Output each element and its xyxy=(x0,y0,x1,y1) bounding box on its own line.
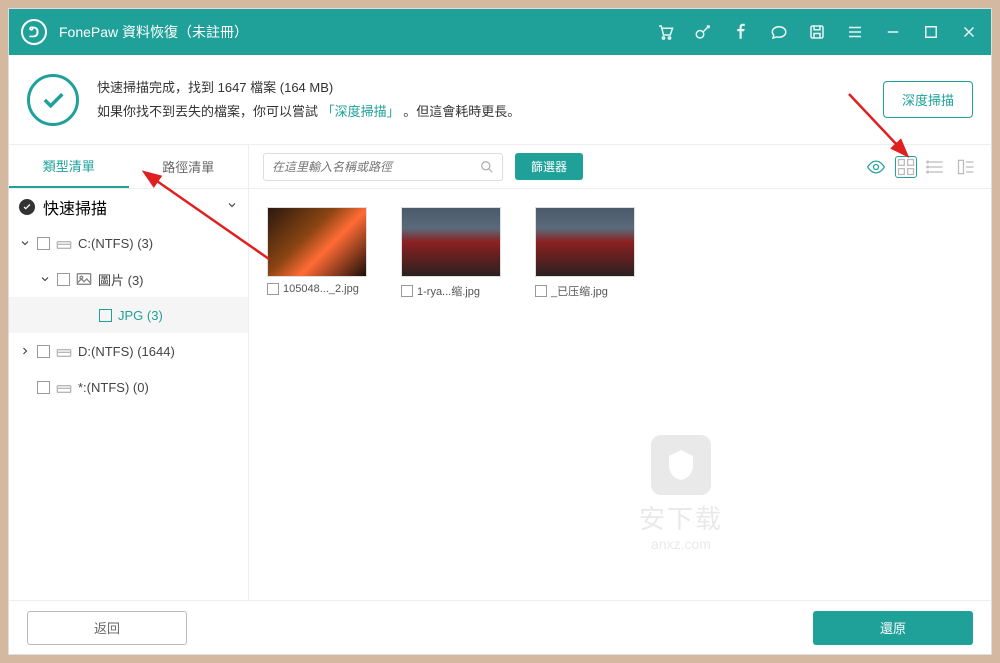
detail-view-icon[interactable] xyxy=(955,156,977,178)
facebook-icon[interactable] xyxy=(731,22,751,42)
scan-info-bar: 快速掃描完成，找到 1647 檔案 (164 MB) 如果你找不到丟失的檔案，你… xyxy=(9,55,991,145)
checkbox[interactable] xyxy=(267,283,279,295)
app-window: ᕤ FonePaw 資料恢復（未註冊） 快速掃描完成，找到 1647 檔案 (1… xyxy=(8,8,992,655)
key-icon[interactable] xyxy=(693,22,713,42)
file-item[interactable]: _已压缩.jpg xyxy=(535,207,645,299)
titlebar-actions xyxy=(655,22,979,42)
file-tree: C:(NTFS) (3) 圖片 (3) JPG (3) D:(NTFS) (1 xyxy=(9,225,248,405)
checkbox[interactable] xyxy=(37,381,50,394)
filter-button[interactable]: 篩選器 xyxy=(515,153,583,180)
tree-drive-star[interactable]: *:(NTFS) (0) xyxy=(9,369,248,405)
checkbox[interactable] xyxy=(37,345,50,358)
file-thumbnail[interactable] xyxy=(401,207,501,277)
app-logo: ᕤ xyxy=(21,19,47,45)
scan-info-text: 快速掃描完成，找到 1647 檔案 (164 MB) 如果你找不到丟失的檔案，你… xyxy=(97,76,883,123)
chevron-down-icon[interactable] xyxy=(226,198,238,216)
file-label: _已压缩.jpg xyxy=(535,283,645,299)
file-item[interactable]: 105048..._2.jpg xyxy=(267,207,377,299)
recover-button[interactable]: 還原 xyxy=(813,611,973,645)
save-icon[interactable] xyxy=(807,22,827,42)
quick-scan-row[interactable]: 快速掃描 xyxy=(9,189,248,225)
tab-path-list[interactable]: 路徑清單 xyxy=(129,145,249,188)
maximize-icon[interactable] xyxy=(921,22,941,42)
cart-icon[interactable] xyxy=(655,22,675,42)
tree-label: 圖片 (3) xyxy=(98,270,144,289)
file-thumbnail[interactable] xyxy=(535,207,635,277)
quick-scan-label: 快速掃描 xyxy=(43,195,107,219)
menu-icon[interactable] xyxy=(845,22,865,42)
tree-label: D:(NTFS) (1644) xyxy=(78,344,175,359)
file-name: _已压缩.jpg xyxy=(551,283,608,299)
grid-view-icon[interactable] xyxy=(895,156,917,178)
file-name: 1-rya...缩.jpg xyxy=(417,283,480,299)
main-panel: 篩選器 105048..._2.jpg xyxy=(249,145,991,600)
file-label: 1-rya...缩.jpg xyxy=(401,283,511,299)
checkbox[interactable] xyxy=(535,285,547,297)
checkbox[interactable] xyxy=(99,309,112,322)
search-icon xyxy=(480,160,494,174)
image-icon xyxy=(76,272,92,286)
app-title: FonePaw 資料恢復（未註冊） xyxy=(59,22,655,42)
file-item[interactable]: 1-rya...缩.jpg xyxy=(401,207,511,299)
checkbox[interactable] xyxy=(37,237,50,250)
deep-scan-button[interactable]: 深度掃描 xyxy=(883,81,973,118)
search-input[interactable] xyxy=(272,160,480,174)
tree-label: JPG (3) xyxy=(118,308,163,323)
checkbox[interactable] xyxy=(57,273,70,286)
drive-icon xyxy=(56,380,72,394)
view-mode-icons xyxy=(865,156,977,178)
file-thumbnail[interactable] xyxy=(267,207,367,277)
watermark: 安下载 anxz.com xyxy=(639,435,723,552)
tree-drive-c[interactable]: C:(NTFS) (3) xyxy=(9,225,248,261)
minimize-icon[interactable] xyxy=(883,22,903,42)
back-button[interactable]: 返回 xyxy=(27,611,187,645)
sidebar-tabs: 類型清單 路徑清單 xyxy=(9,145,248,189)
chat-icon[interactable] xyxy=(769,22,789,42)
close-icon[interactable] xyxy=(959,22,979,42)
body: 類型清單 路徑清單 快速掃描 C:(NTFS) (3) xyxy=(9,145,991,600)
scan-hint: 如果你找不到丟失的檔案，你可以嘗試 「深度掃描」 。但這會耗時更長。 xyxy=(97,100,883,123)
check-circle-icon xyxy=(19,199,35,215)
search-box[interactable] xyxy=(263,153,503,181)
sidebar: 類型清單 路徑清單 快速掃描 C:(NTFS) (3) xyxy=(9,145,249,600)
scan-summary: 快速掃描完成，找到 1647 檔案 (164 MB) xyxy=(97,76,883,99)
file-grid: 105048..._2.jpg 1-rya...缩.jpg _已压缩.jpg xyxy=(249,189,991,317)
tree-images[interactable]: 圖片 (3) xyxy=(9,261,248,297)
drive-icon xyxy=(56,236,72,250)
tree-label: C:(NTFS) (3) xyxy=(78,236,153,251)
file-name: 105048..._2.jpg xyxy=(283,283,359,295)
checkbox[interactable] xyxy=(401,285,413,297)
preview-icon[interactable] xyxy=(865,156,887,178)
tree-label: *:(NTFS) (0) xyxy=(78,380,149,395)
toolbar: 篩選器 xyxy=(249,145,991,189)
titlebar: ᕤ FonePaw 資料恢復（未註冊） xyxy=(9,9,991,55)
tab-type-list[interactable]: 類型清單 xyxy=(9,145,129,188)
tree-drive-d[interactable]: D:(NTFS) (1644) xyxy=(9,333,248,369)
footer: 返回 還原 xyxy=(9,600,991,654)
file-label: 105048..._2.jpg xyxy=(267,283,377,295)
list-view-icon[interactable] xyxy=(925,156,947,178)
scan-complete-icon xyxy=(27,74,79,126)
deep-scan-link[interactable]: 「深度掃描」 xyxy=(322,104,400,119)
tree-jpg[interactable]: JPG (3) xyxy=(9,297,248,333)
drive-icon xyxy=(56,344,72,358)
